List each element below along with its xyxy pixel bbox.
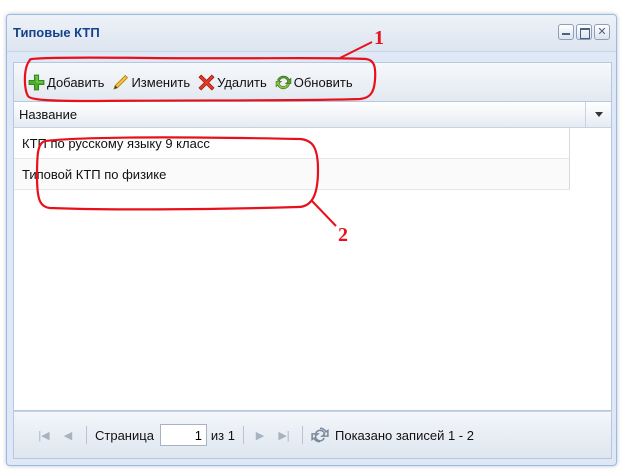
- delete-x-icon: [198, 73, 215, 91]
- window-controls: ✕: [558, 24, 610, 40]
- add-label: Добавить: [47, 74, 105, 90]
- separator: [86, 426, 87, 444]
- minimize-icon[interactable]: [558, 24, 574, 40]
- refresh-button[interactable]: Обновить: [275, 74, 353, 91]
- prev-page-icon[interactable]: ◀: [60, 427, 76, 443]
- annotation-label-1: 1: [374, 27, 384, 49]
- grid-header: Название: [14, 102, 611, 128]
- maximize-icon[interactable]: [576, 24, 592, 40]
- table-row[interactable]: Типовой КТП по физике: [14, 159, 570, 190]
- separator: [243, 426, 244, 444]
- refresh-icon: [275, 75, 291, 89]
- column-menu-chevron-down-icon[interactable]: [585, 102, 611, 127]
- page-label: Страница: [95, 427, 154, 443]
- page-count-label: из 1: [210, 427, 235, 443]
- page-input[interactable]: [159, 424, 207, 446]
- edit-label: Изменить: [131, 74, 191, 90]
- edit-button[interactable]: Изменить: [112, 74, 190, 91]
- column-header-name[interactable]: Название: [14, 107, 611, 122]
- last-page-icon[interactable]: ▶|: [276, 427, 292, 443]
- table-row[interactable]: КТП по русскому языку 9 класс: [14, 128, 570, 159]
- first-page-icon[interactable]: |◀: [36, 427, 52, 443]
- window-titlebar[interactable]: Типовые КТП ✕: [7, 15, 616, 52]
- window-title: Типовые КТП: [13, 25, 100, 40]
- add-button[interactable]: Добавить: [28, 74, 104, 91]
- separator: [302, 426, 303, 444]
- pager-refresh-icon[interactable]: [311, 426, 329, 444]
- plus-icon: [28, 74, 45, 90]
- next-page-icon[interactable]: ▶: [252, 427, 268, 443]
- pencil-icon: [113, 74, 129, 90]
- delete-label: Удалить: [217, 74, 267, 90]
- row-name: КТП по русскому языку 9 класс: [22, 135, 210, 151]
- refresh-label: Обновить: [293, 74, 353, 90]
- pagination-toolbar: |◀ ◀ Страница из 1 ▶ ▶| Показано записей…: [13, 411, 612, 459]
- toolbar: Добавить Изменить Удалить Обновить: [13, 62, 612, 101]
- delete-button[interactable]: Удалить: [198, 73, 267, 91]
- records-info: Показано записей 1 - 2: [335, 427, 474, 443]
- close-icon[interactable]: ✕: [594, 24, 610, 40]
- ktp-grid: Название КТП по русскому языку 9 класс Т…: [13, 101, 612, 411]
- ktp-window: Типовые КТП ✕ Добавить Изменить Удалить …: [6, 14, 617, 466]
- row-name: Типовой КТП по физике: [22, 166, 167, 182]
- annotation-label-2: 2: [338, 224, 348, 246]
